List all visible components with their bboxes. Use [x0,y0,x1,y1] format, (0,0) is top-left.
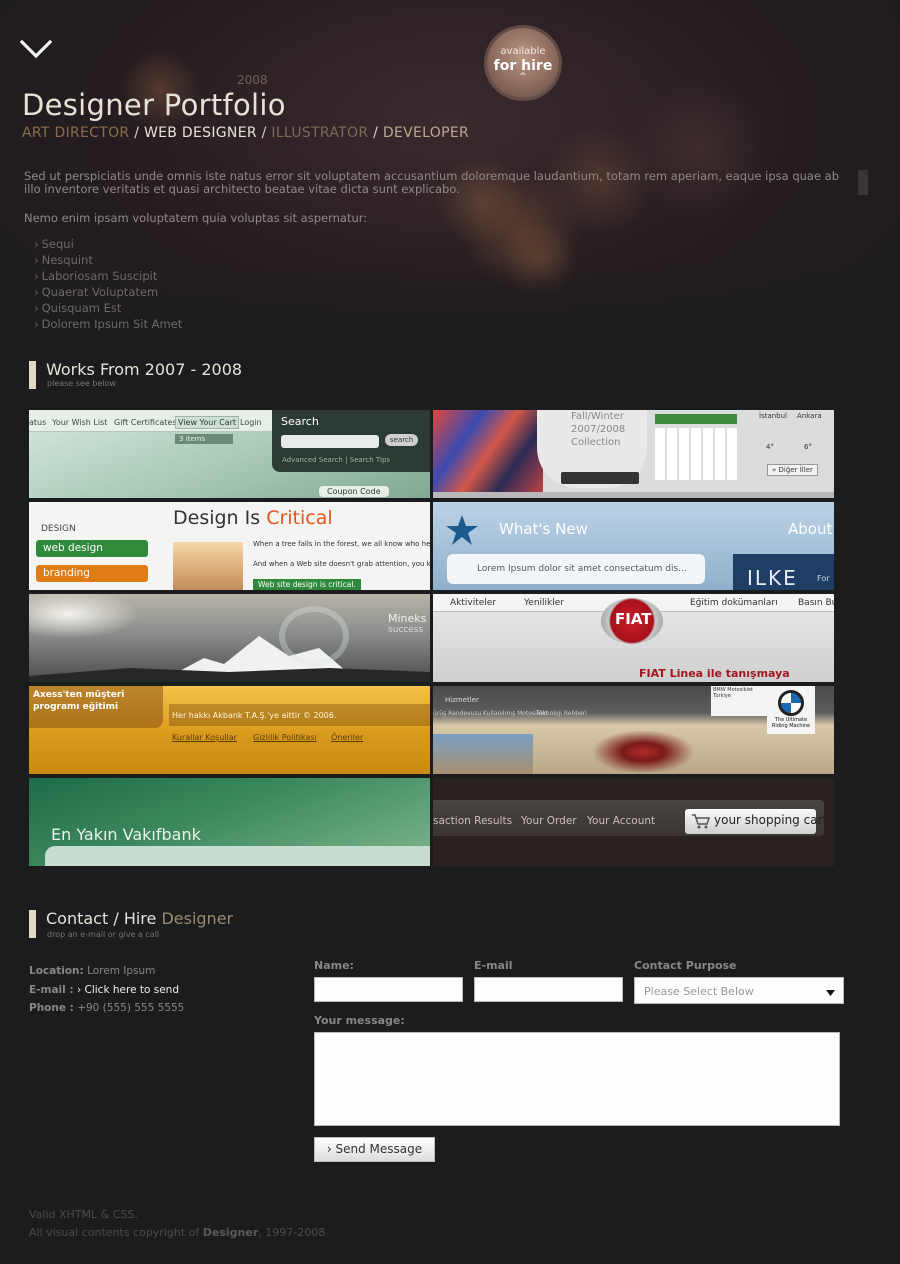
scrollbar-thumb[interactable] [858,170,868,195]
footer-validity: Valid XHTML & CSS. [29,1208,138,1221]
intro-subheading: Nemo enim ipsam voluptatem quia voluptas… [24,211,368,225]
portfolio-thumb-whats-new[interactable]: What's New About Lorem Ipsum dolor sit a… [433,502,834,590]
portfolio-year: 2008 [237,73,268,87]
list-item: › Sequi [34,237,74,251]
role-separator: / [368,125,383,141]
chevron-down-icon [826,990,835,996]
portfolio-thumb-bmw[interactable]: Hizmetler ürüş Randevusu Kullanılmış Mot… [433,686,834,774]
intro-list: › Sequi › Nesquint › Laboriosam Suscipit › Q… [34,236,182,332]
footer-copyright: All visual contents copyright of Designe… [29,1226,326,1239]
email-row: E-mail : › Click here to send [29,983,179,996]
available-for-hire-badge[interactable]: available for hire ^ [487,28,559,98]
location-row: Location: Lorem Ipsum [29,965,156,977]
contact-purpose-label: Contact Purpose [634,959,737,972]
send-email-link[interactable]: › Click here to send [77,984,179,996]
portfolio-thumb-design-critical[interactable]: DESIGN web design branding Design Is Cri… [29,502,430,590]
portfolio-thumb-fiat[interactable]: Aktiviteler Yenilikler Eğitim dokümanlar… [433,594,834,682]
portfolio-thumb-mineks[interactable]: Mineks success [29,594,430,682]
badge-line-available: available [500,46,546,57]
name-label: Name: [314,959,354,972]
list-item: › Quisquam Est [34,301,122,315]
portfolio-thumb-shop-search[interactable]: atus Your Wish List Gift Certificates Vi… [29,410,430,498]
list-item: › Dolorem Ipsum Sit Amet [34,317,183,331]
role-separator: / [256,125,272,141]
portfolio-thumb-fashion-calendar[interactable]: Fall/Winter 2007/2008 Collection İstanbu… [433,410,834,498]
shopping-cart-icon [692,814,711,829]
role-illustrator: ILLUSTRATOR [271,125,369,141]
portfolio-thumb-akbank[interactable]: Axess'ten müşteri programı eğitimi Her h… [29,686,430,774]
send-message-button[interactable]: › Send Message [314,1137,435,1162]
contact-subtitle: drop an e-mail or give a call [47,930,160,939]
footer: Valid XHTML & CSS. All visual contents c… [29,1206,325,1242]
message-label: Your message: [314,1014,405,1027]
section-bar [29,361,36,389]
works-subtitle: please see below [47,379,116,388]
contact-purpose-selected: Please Select Below [644,985,754,998]
contact-title: Contact / Hire Designer [46,909,234,928]
works-title: Works From 2007 - 2008 [46,360,243,379]
message-textarea[interactable] [314,1032,840,1126]
star-icon [446,515,478,545]
role-list: ART DIRECTOR / WEB DESIGNER / ILLUSTRATO… [22,125,469,141]
contact-purpose-select[interactable]: Please Select Below [634,977,844,1004]
page-title: Designer Portfolio [22,88,286,122]
intro-paragraph: Sed ut perspiciatis unde omnis iste natu… [24,169,840,196]
email-field[interactable] [474,977,623,1002]
portfolio-thumb-shopping-cart[interactable]: saction Results Your Order Your Account … [433,778,834,866]
role-art-director: ART DIRECTOR [22,125,130,141]
role-separator: / [129,125,144,141]
phone-row: Phone : +90 (555) 555 5555 [29,1002,185,1014]
list-item: › Nesquint [34,253,93,267]
chevron-down-icon[interactable] [20,38,52,60]
contact-info: Location: Lorem Ipsum E-mail : › Click h… [29,962,184,1018]
role-developer: DEVELOPER [382,125,469,141]
name-field[interactable] [314,977,463,1002]
list-item: › Quaerat Voluptatem [34,285,159,299]
role-web-designer: WEB DESIGNER [143,125,257,141]
portfolio-thumb-vakifbank[interactable]: En Yakın Vakıfbank [29,778,430,866]
section-bar [29,910,36,938]
email-label: E-mail [474,959,513,972]
list-item: › Laboriosam Suscipit [34,269,158,283]
